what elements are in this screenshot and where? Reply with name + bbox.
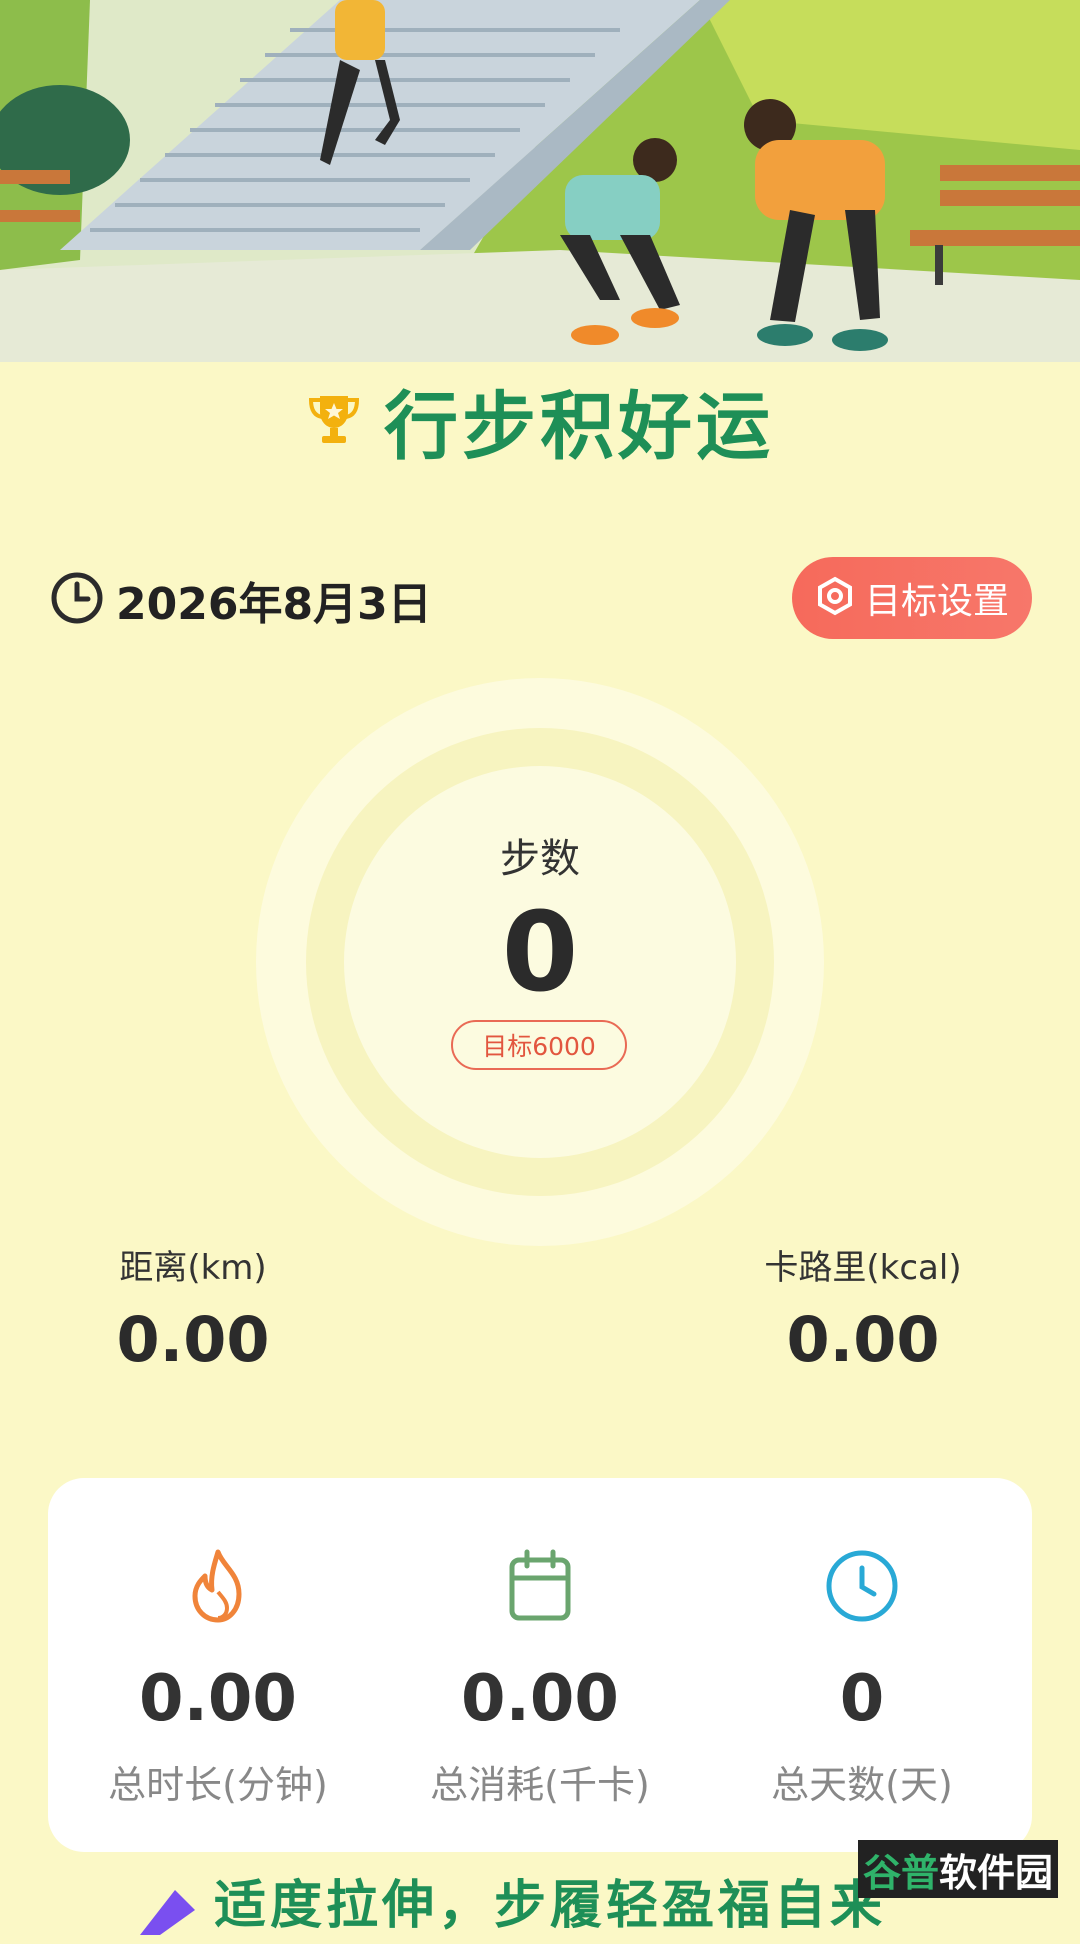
watermark-part1: 谷普 [862,1850,939,1895]
calendar-icon [390,1548,690,1624]
stat-days-value: 0 [839,1662,885,1736]
stat-total-days: 0 总天数(天) [712,1548,1012,1809]
stat-total-consumption: 0.00 总消耗(千卡) [390,1548,690,1809]
steps-value: 0 [501,888,579,1016]
flame-icon [68,1548,368,1624]
calories-value: 0.00 [786,1303,940,1376]
stat-duration-value: 0.00 [139,1662,297,1736]
date-text: 2026年8月3日 [116,579,432,630]
distance-value: 0.00 [116,1303,270,1376]
stretch-banner: 适度拉伸，步履轻盈福自来 [130,1880,886,1940]
hero-illustration [0,0,1080,362]
date-display: 2026年8月3日 [50,566,432,634]
summary-stats-card: 0.00 总时长(分钟) 0.00 总消耗(千卡) 0 总天数(天) [48,1478,1032,1852]
stat-duration-label: 总时长(分钟) [108,1763,328,1807]
page-title-row: 行步积好运 [0,378,1080,470]
calories-label: 卡路里(kcal) [764,1248,962,1288]
page-title: 行步积好运 [384,383,774,470]
distance-label: 距离(km) [119,1248,267,1288]
trophy-icon [306,390,362,450]
stretch-icon [130,1880,200,1944]
stat-days-label: 总天数(天) [771,1763,953,1807]
stretch-banner-text: 适度拉伸，步履轻盈福自来 [214,1876,887,1936]
steps-goal-badge: 目标6000 [451,1020,627,1070]
clock-icon [712,1548,1012,1624]
stat-consumption-value: 0.00 [461,1662,619,1736]
steps-label: 步数 [500,836,580,882]
watermark-logo: 谷普 软件园 [858,1840,1058,1898]
stat-consumption-label: 总消耗(千卡) [430,1763,650,1807]
goal-settings-label: 目标设置 [864,581,1009,622]
calories-metric: 卡路里(kcal) 0.00 [713,1240,1013,1376]
distance-metric: 距离(km) 0.00 [43,1240,343,1376]
settings-hexagon-icon [815,576,855,620]
goal-settings-button[interactable]: 目标设置 [792,557,1032,639]
stat-total-duration: 0.00 总时长(分钟) [68,1548,368,1809]
watermark-part2: 软件园 [939,1850,1054,1895]
clock-icon [50,571,104,629]
